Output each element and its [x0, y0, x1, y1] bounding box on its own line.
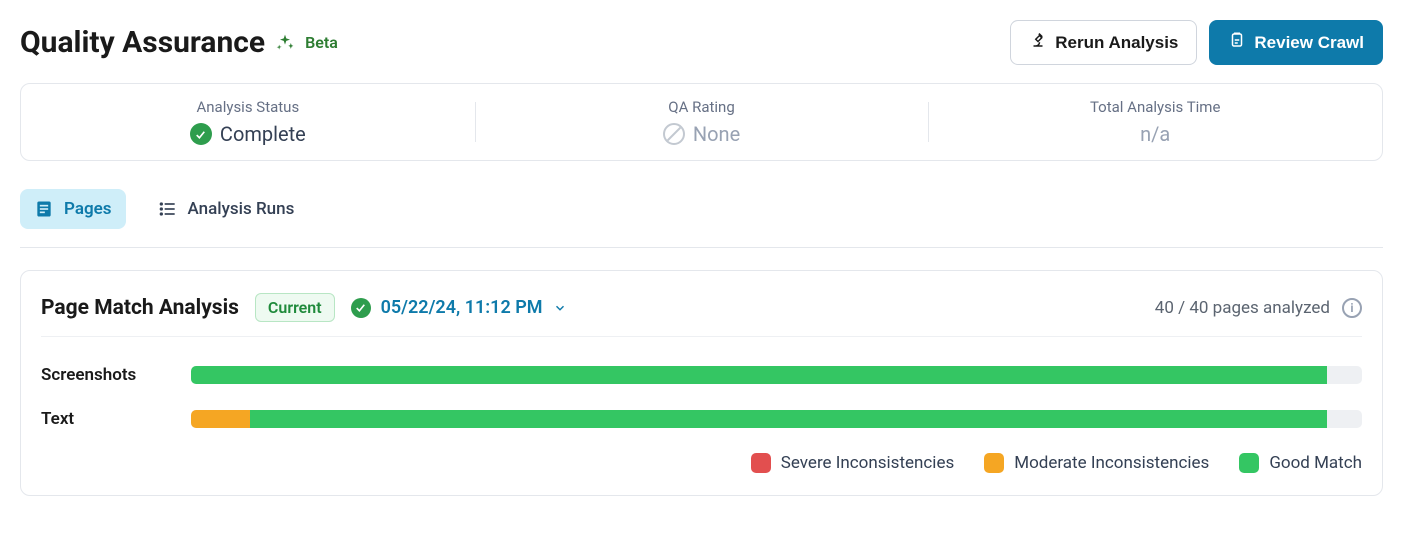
- review-crawl-button[interactable]: Review Crawl: [1209, 20, 1383, 65]
- tab-analysis-runs-label: Analysis Runs: [188, 199, 295, 219]
- bar-segment: [191, 410, 250, 428]
- moderate-swatch: [984, 453, 1004, 473]
- bar-segment: [250, 410, 1327, 428]
- legend-moderate: Moderate Inconsistencies: [984, 453, 1209, 473]
- sparkle-icon: [275, 33, 295, 53]
- none-icon: [663, 123, 685, 145]
- legend-severe: Severe Inconsistencies: [751, 453, 954, 473]
- rerun-analysis-label: Rerun Analysis: [1055, 33, 1178, 53]
- qa-rating-label: QA Rating: [668, 98, 735, 116]
- tab-pages[interactable]: Pages: [20, 189, 126, 229]
- rerun-analysis-button[interactable]: Rerun Analysis: [1010, 20, 1197, 65]
- good-swatch: [1239, 453, 1259, 473]
- total-time-label: Total Analysis Time: [1090, 98, 1220, 116]
- list-icon: [158, 199, 178, 219]
- bar-track: [191, 366, 1362, 384]
- check-circle-icon: [190, 123, 212, 145]
- legend-good: Good Match: [1239, 453, 1362, 473]
- legend-moderate-label: Moderate Inconsistencies: [1014, 453, 1209, 473]
- total-time-value: n/a: [1140, 122, 1170, 146]
- page-match-analysis-card: Page Match Analysis Current 05/22/24, 11…: [20, 270, 1383, 496]
- page-title: Quality Assurance: [20, 25, 265, 60]
- pages-analyzed-text: 40 / 40 pages analyzed: [1155, 298, 1330, 318]
- pages-icon: [34, 199, 54, 219]
- analysis-status-value: Complete: [220, 122, 306, 146]
- chevron-down-icon: [553, 301, 567, 315]
- analysis-status-label: Analysis Status: [196, 98, 299, 116]
- qa-rating-value: None: [693, 122, 740, 146]
- bar-chart: Screenshots Text: [41, 337, 1362, 429]
- check-circle-icon: [351, 298, 371, 318]
- bar-row: Screenshots: [41, 365, 1362, 385]
- bar-row: Text: [41, 409, 1362, 429]
- analysis-title: Page Match Analysis: [41, 296, 239, 320]
- info-icon[interactable]: i: [1342, 298, 1362, 318]
- divider: [20, 247, 1383, 248]
- tab-analysis-runs[interactable]: Analysis Runs: [144, 189, 309, 229]
- run-timestamp: 05/22/24, 11:12 PM: [381, 297, 543, 318]
- legend-good-label: Good Match: [1269, 453, 1362, 473]
- severe-swatch: [751, 453, 771, 473]
- status-card: Analysis Status Complete QA Rating None …: [20, 83, 1383, 161]
- review-crawl-label: Review Crawl: [1254, 33, 1364, 53]
- clipboard-icon: [1228, 31, 1246, 54]
- tab-pages-label: Pages: [64, 199, 112, 219]
- run-selector[interactable]: 05/22/24, 11:12 PM: [351, 297, 567, 318]
- bar-label: Screenshots: [41, 365, 171, 385]
- current-badge: Current: [255, 293, 335, 322]
- beta-badge: Beta: [305, 33, 338, 52]
- bar-segment: [191, 366, 1327, 384]
- legend-severe-label: Severe Inconsistencies: [781, 453, 954, 473]
- microscope-icon: [1029, 31, 1047, 54]
- bar-track: [191, 410, 1362, 428]
- bar-label: Text: [41, 409, 171, 429]
